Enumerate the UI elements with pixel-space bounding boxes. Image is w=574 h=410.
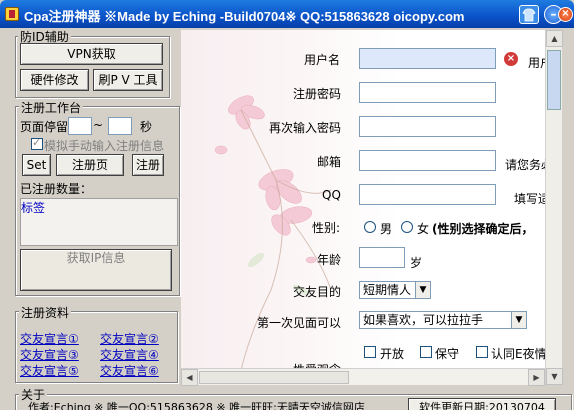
profile-label: 注册资料	[19, 304, 72, 321]
horizontal-scrollbar[interactable]: ◀ ▶	[181, 368, 545, 386]
gender-female-label: 女	[417, 222, 430, 236]
username-label: 用户名	[304, 53, 341, 67]
open-label: 开放	[380, 347, 405, 361]
chevron-down-icon: ▼	[511, 312, 526, 328]
qq-input[interactable]	[359, 184, 496, 205]
author-line: 作者:Eching ※ 唯一QQ:515863628 ※ 唯一旺旺:无晴天空诚信…	[28, 401, 365, 410]
conservative-label: 保守	[435, 347, 460, 361]
skin-icon[interactable]	[519, 5, 539, 24]
password-input[interactable]	[359, 82, 496, 103]
tag-label: 标签	[21, 201, 46, 215]
close-icon[interactable]: ×	[558, 7, 573, 22]
email-label: 邮箱	[317, 155, 342, 169]
gender-male-label: 男	[380, 222, 393, 236]
declaration-link-1[interactable]: 交友宣言①	[20, 330, 79, 347]
workbench-label: 注册工作台	[19, 99, 84, 116]
get-ip-button[interactable]: 获取IP信息	[20, 249, 172, 291]
scroll-h-thumb[interactable]	[199, 371, 349, 384]
qq-label: QQ	[322, 188, 341, 202]
age-label: 年龄	[317, 253, 342, 267]
username-input[interactable]	[359, 48, 496, 69]
age-input[interactable]	[359, 247, 405, 268]
update-date-button[interactable]: 软件更新日期:20130704	[408, 398, 556, 410]
repassword-label: 再次输入密码	[269, 121, 342, 135]
gender-note: (性别选择确定后，	[432, 222, 534, 236]
error-icon: ×	[504, 52, 518, 66]
pv-tool-button[interactable]: 刷P V 工具	[93, 69, 163, 91]
stay-min-input[interactable]	[68, 117, 92, 135]
first-meet-value: 如果喜欢，可以拉拉手	[363, 313, 484, 327]
stay-max-input[interactable]	[108, 117, 132, 135]
declaration-link-4[interactable]: 交友宣言④	[100, 346, 159, 363]
tilde-label: ~	[93, 118, 104, 132]
password-label: 注册密码	[293, 87, 342, 101]
declaration-link-6[interactable]: 交友宣言⑥	[100, 362, 159, 379]
approve-checkbox[interactable]	[476, 346, 488, 358]
seconds-label: 秒	[140, 120, 153, 134]
vertical-scrollbar[interactable]: ▲ ▼	[545, 30, 563, 385]
scroll-right-icon[interactable]: ▶	[528, 369, 545, 386]
simulate-label: 模拟手动输入注册信息	[44, 139, 165, 153]
first-meet-select[interactable]: 如果喜欢，可以拉拉手 ▼	[359, 311, 527, 329]
purpose-label: 交友目的	[293, 285, 342, 299]
declaration-link-5[interactable]: 交友宣言⑤	[20, 362, 79, 379]
register-page-button[interactable]: 注册页	[56, 154, 124, 176]
stay-label: 页面停留	[20, 120, 69, 134]
hardware-modify-button[interactable]: 硬件修改	[20, 69, 89, 91]
registered-count-label: 已注册数量：	[20, 182, 93, 196]
vpn-button[interactable]: VPN获取	[20, 43, 163, 65]
email-input[interactable]	[359, 150, 496, 171]
gender-female-radio[interactable]	[401, 221, 413, 233]
gender-male-radio[interactable]	[364, 221, 376, 233]
conservative-checkbox[interactable]	[420, 346, 432, 358]
scroll-thumb[interactable]	[547, 50, 561, 110]
repassword-input[interactable]	[359, 116, 496, 137]
scroll-left-icon[interactable]: ◀	[181, 369, 198, 386]
simulate-checkbox[interactable]	[31, 136, 43, 150]
purpose-value: 短期情人	[363, 283, 412, 297]
open-checkbox[interactable]	[364, 346, 376, 358]
get-ip-label: 获取IP信息	[66, 251, 126, 265]
scroll-down-icon[interactable]: ▼	[546, 368, 563, 385]
registered-list[interactable]: 标签	[20, 198, 178, 246]
purpose-select[interactable]: 短期情人 ▼	[359, 281, 431, 299]
declaration-link-3[interactable]: 交友宣言③	[20, 346, 79, 363]
declaration-link-2[interactable]: 交友宣言②	[100, 330, 159, 347]
chevron-down-icon: ▼	[415, 282, 430, 298]
first-meet-label: 第一次见面可以	[257, 316, 342, 330]
app-icon	[5, 7, 19, 21]
gender-label: 性别:	[312, 221, 341, 235]
register-button[interactable]: 注册	[132, 154, 164, 176]
title-bar[interactable]: Cpa注册神器 ※Made by Eching -Build0704※ QQ:5…	[0, 0, 574, 28]
scroll-up-icon[interactable]: ▲	[546, 30, 563, 47]
age-unit: 岁	[410, 256, 423, 270]
window-title: Cpa注册神器 ※Made by Eching -Build0704※ QQ:5…	[24, 9, 465, 24]
approve-label: 认同E夜情	[491, 347, 547, 361]
set-button[interactable]: Set	[22, 154, 51, 176]
